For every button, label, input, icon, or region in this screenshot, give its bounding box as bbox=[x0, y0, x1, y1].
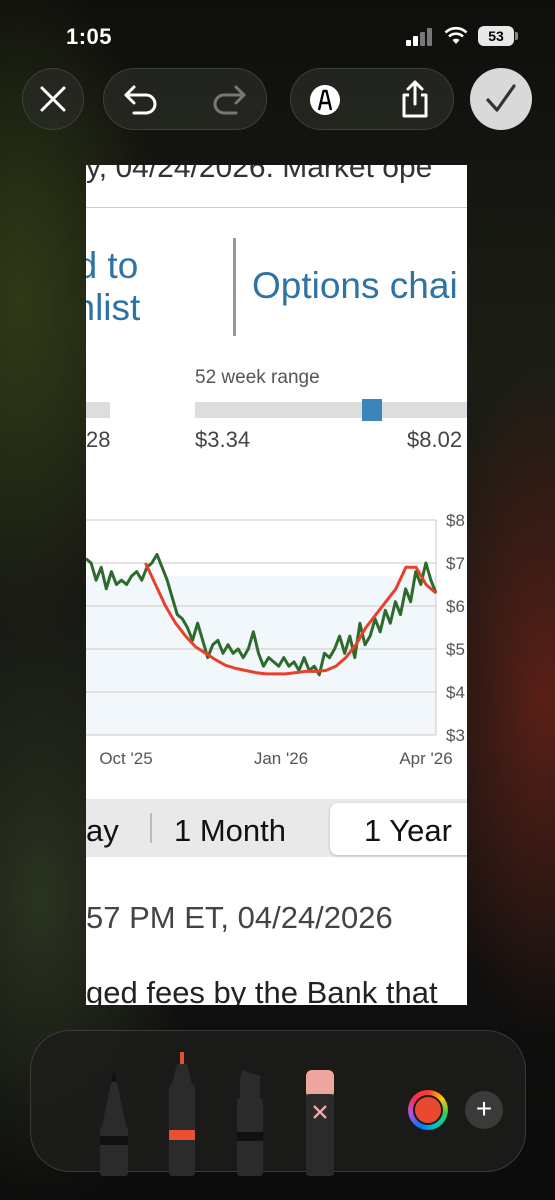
marker-tool-icon[interactable] bbox=[164, 1050, 200, 1176]
pen-tool-icon[interactable] bbox=[96, 1066, 132, 1176]
selected-color-swatch[interactable] bbox=[413, 1095, 443, 1125]
add-to-watchlist-link: dd to chlist bbox=[86, 245, 140, 329]
done-button[interactable] bbox=[470, 68, 532, 130]
y-tick-label: $3 bbox=[446, 726, 465, 745]
redo-icon[interactable] bbox=[210, 83, 248, 117]
markup-share-group bbox=[290, 68, 454, 130]
add-watchlist-line1: dd to bbox=[86, 245, 139, 286]
y-tick-label: $6 bbox=[446, 597, 465, 616]
x-tick-label: Apr '26 bbox=[399, 749, 452, 768]
screenshot-preview[interactable]: y, 04/24/2026. Market ope dd to chlist O… bbox=[86, 165, 467, 1005]
markup-pen-icon[interactable] bbox=[309, 84, 341, 116]
wifi-icon bbox=[444, 26, 468, 44]
x-tick-label: Jan '26 bbox=[254, 749, 308, 768]
price-chart: $8 $7 $6 $5 $4 $3 Oct '25 Jan '26 Apr '26 bbox=[86, 511, 465, 768]
checkmark-icon bbox=[486, 84, 516, 112]
week-range-marker bbox=[361, 399, 382, 421]
divider bbox=[233, 238, 236, 336]
week-range-high: $8.02 bbox=[407, 427, 463, 452]
status-time: 1:05 bbox=[66, 24, 113, 49]
article-text: ged fees by the Bank that bbox=[86, 975, 438, 1005]
add-tool-button[interactable]: + bbox=[465, 1091, 503, 1129]
y-tick-label: $5 bbox=[446, 640, 465, 659]
undo-icon[interactable] bbox=[122, 83, 160, 117]
y-tick-label: $7 bbox=[446, 554, 465, 573]
x-tick-label: Oct '25 bbox=[99, 749, 152, 768]
battery-tip bbox=[515, 32, 518, 40]
options-chain-link: Options chai bbox=[252, 265, 458, 306]
chart-area-fill bbox=[86, 575, 436, 735]
eraser-tool-icon[interactable] bbox=[302, 1068, 338, 1176]
close-icon bbox=[40, 86, 66, 112]
quote-timestamp: 57 PM ET, 04/24/2026 bbox=[86, 900, 393, 935]
share-icon[interactable] bbox=[399, 79, 431, 119]
segment-divider bbox=[150, 813, 152, 843]
day-range-value: 28 bbox=[86, 427, 111, 452]
period-tab-1-year: 1 Year bbox=[364, 813, 452, 848]
period-tab-day: ay bbox=[86, 813, 119, 848]
week-range-low: $3.34 bbox=[195, 427, 251, 452]
day-range-bar bbox=[86, 402, 110, 418]
undo-redo-group bbox=[103, 68, 267, 130]
week-range-bar bbox=[195, 402, 467, 418]
battery-indicator: 53 bbox=[478, 26, 514, 46]
y-tick-label: $4 bbox=[446, 683, 465, 702]
close-button[interactable] bbox=[22, 68, 84, 130]
week-range-label: 52 week range bbox=[195, 367, 320, 388]
period-tab-1-month: 1 Month bbox=[174, 813, 287, 848]
y-tick-label: $8 bbox=[446, 511, 465, 530]
add-watchlist-line2: chlist bbox=[86, 287, 141, 328]
cellular-signal-icon bbox=[406, 28, 434, 46]
highlighter-tool-icon[interactable] bbox=[232, 1068, 268, 1176]
separator bbox=[86, 207, 467, 208]
market-status-text: y, 04/24/2026. Market ope bbox=[86, 165, 433, 184]
